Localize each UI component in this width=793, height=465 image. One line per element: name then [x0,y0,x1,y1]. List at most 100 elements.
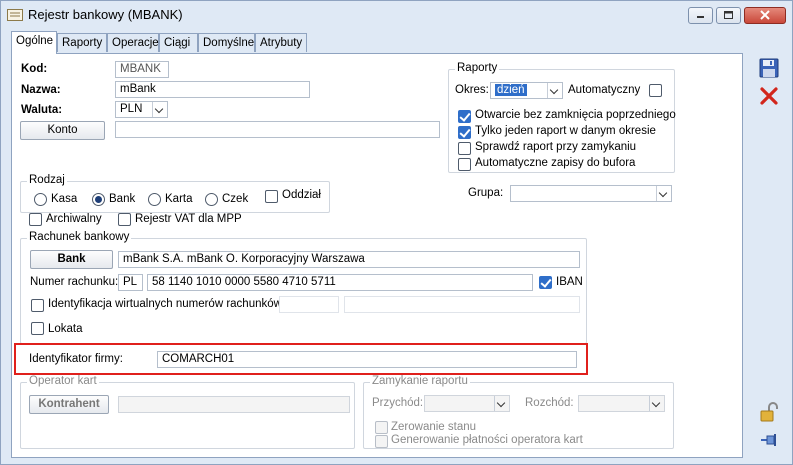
przychod-label: Przychód: [372,397,424,409]
lock-icon [760,402,778,422]
close-icon [760,10,770,20]
zapisy-bufora-label: Automatyczne zapisy do bufora [475,157,636,169]
radio-bank[interactable] [92,193,105,206]
nazwa-label: Nazwa: [21,84,61,96]
oddzial-label: Oddział [282,189,321,201]
radio-karta-label: Karta [165,193,193,205]
waluta-combo[interactable]: PLN [115,101,168,118]
restore-icon [724,11,733,19]
rachunek-group-title: Rachunek bankowy [27,231,132,243]
restore-button[interactable] [716,7,741,24]
iban-label: IBAN [556,276,583,288]
bank-name-field[interactable]: mBank S.A. mBank O. Korporacyjny Warszaw… [118,251,580,268]
pin-button[interactable] [758,429,782,453]
kontrahent-button[interactable]: Kontrahent [29,395,109,414]
identyfikator-label: Identyfikator firmy: [29,353,123,365]
wirtualne-label: Identyfikacja wirtualnych numerów rachun… [48,298,282,310]
automatyczny-label: Automatyczny [568,84,641,96]
kod-field[interactable]: MBANK [115,61,169,78]
archiwalny-checkbox[interactable] [29,213,42,226]
radio-karta[interactable] [148,193,161,206]
zamykanie-raportu-title: Zamykanie raportu [370,375,470,387]
sprawdz-raport-label: Sprawdź raport przy zamykaniu [475,141,637,153]
chevron-down-icon [656,186,671,201]
tab-raporty[interactable]: Raporty [57,33,107,52]
rejestr-vat-label: Rejestr VAT dla MPP [135,213,242,225]
numer-rachunku-label: Numer rachunku: [30,276,119,288]
chevron-down-icon [649,396,664,411]
identyfikator-field[interactable]: COMARCH01 [157,351,577,368]
bank-button[interactable]: Bank [30,250,113,269]
country-code-field[interactable]: PL [118,274,143,291]
pin-icon [761,434,776,446]
rachunek-group: Rachunek bankowy Bank mBank S.A. mBank O… [20,231,587,344]
radio-kasa[interactable] [34,193,47,206]
rodzaj-group: Rodzaj Kasa Bank Karta Czek Oddział [20,174,330,213]
waluta-value: PLN [120,103,143,115]
close-button[interactable] [744,7,786,24]
cancel-button[interactable] [758,85,782,109]
zerowanie-checkbox[interactable] [375,421,388,434]
rozchod-combo[interactable] [578,395,665,412]
rejestr-vat-checkbox[interactable] [118,213,131,226]
zamykanie-raportu-group: Zamykanie raportu Przychód: Rozchód: Zer… [363,375,674,449]
grupa-combo[interactable] [510,185,672,202]
account-number-field[interactable]: 58 1140 1010 0000 5580 4710 5711 [147,274,533,291]
radio-czek[interactable] [205,193,218,206]
lokata-label: Lokata [48,323,83,335]
chevron-down-icon [494,396,509,411]
tab-ogolne[interactable]: Ogólne [11,31,57,54]
kontrahent-field[interactable] [118,396,350,413]
raporty-group-title: Raporty [455,62,500,74]
window: Rejestr bankowy (MBANK) Ogólne Raporty O… [0,0,793,465]
kod-label: Kod: [21,63,48,75]
title-bar: Rejestr bankowy (MBANK) [1,1,792,29]
przychod-combo[interactable] [424,395,510,412]
jeden-raport-checkbox[interactable] [458,126,471,139]
minimize-button[interactable] [688,7,713,24]
oddzial-checkbox[interactable] [265,190,278,203]
konto-field[interactable] [115,121,440,138]
generowanie-label: Generowanie płatności operatora kart [391,434,583,446]
sprawdz-raport-checkbox[interactable] [458,142,471,155]
otwarcie-checkbox[interactable] [458,110,471,123]
okres-label: Okres: [455,84,489,96]
chevron-down-icon [547,83,562,98]
wirtualne-field-2[interactable] [344,296,580,313]
operator-kart-title: Operator kart [27,375,99,387]
jeden-raport-label: Tylko jeden raport w danym okresie [475,125,656,137]
archiwalny-label: Archiwalny [46,213,102,225]
radio-bank-label: Bank [109,193,136,205]
radio-czek-label: Czek [222,193,249,205]
general-panel: Kod: MBANK Nazwa: mBank Waluta: PLN Kont… [11,53,743,458]
tab-operacje[interactable]: Operacje [107,33,159,52]
automatyczny-checkbox[interactable] [649,84,662,97]
save-button[interactable] [758,57,782,81]
okres-combo[interactable]: dzień [490,82,563,99]
window-title: Rejestr bankowy (MBANK) [28,7,183,22]
rodzaj-group-title: Rodzaj [27,174,67,186]
rozchod-label: Rozchód: [525,397,574,409]
app-icon [7,9,23,21]
zerowanie-label: Zerowanie stanu [391,421,477,433]
zapisy-bufora-checkbox[interactable] [458,158,471,171]
generowanie-checkbox[interactable] [375,435,388,448]
waluta-label: Waluta: [21,104,63,116]
okres-value: dzień [495,84,527,96]
tab-ciagi[interactable]: Ciągi [159,33,198,52]
grupa-label: Grupa: [468,187,504,199]
lokata-checkbox[interactable] [31,322,44,335]
operator-kart-group: Operator kart Kontrahent [20,375,355,449]
wirtualne-checkbox[interactable] [31,299,44,312]
cancel-icon [760,87,778,105]
tab-atrybuty[interactable]: Atrybuty [255,33,307,52]
radio-kasa-label: Kasa [51,193,78,205]
lock-button[interactable] [758,401,782,425]
chevron-down-icon [152,102,167,117]
konto-button[interactable]: Konto [20,121,105,140]
raporty-group: Raporty Okres: dzień Automatyczny Otwarc… [448,62,676,173]
wirtualne-field-1[interactable] [279,296,339,313]
iban-checkbox[interactable] [539,276,552,289]
nazwa-field[interactable]: mBank [115,81,310,98]
tab-domyslne[interactable]: Domyślne [198,33,255,52]
